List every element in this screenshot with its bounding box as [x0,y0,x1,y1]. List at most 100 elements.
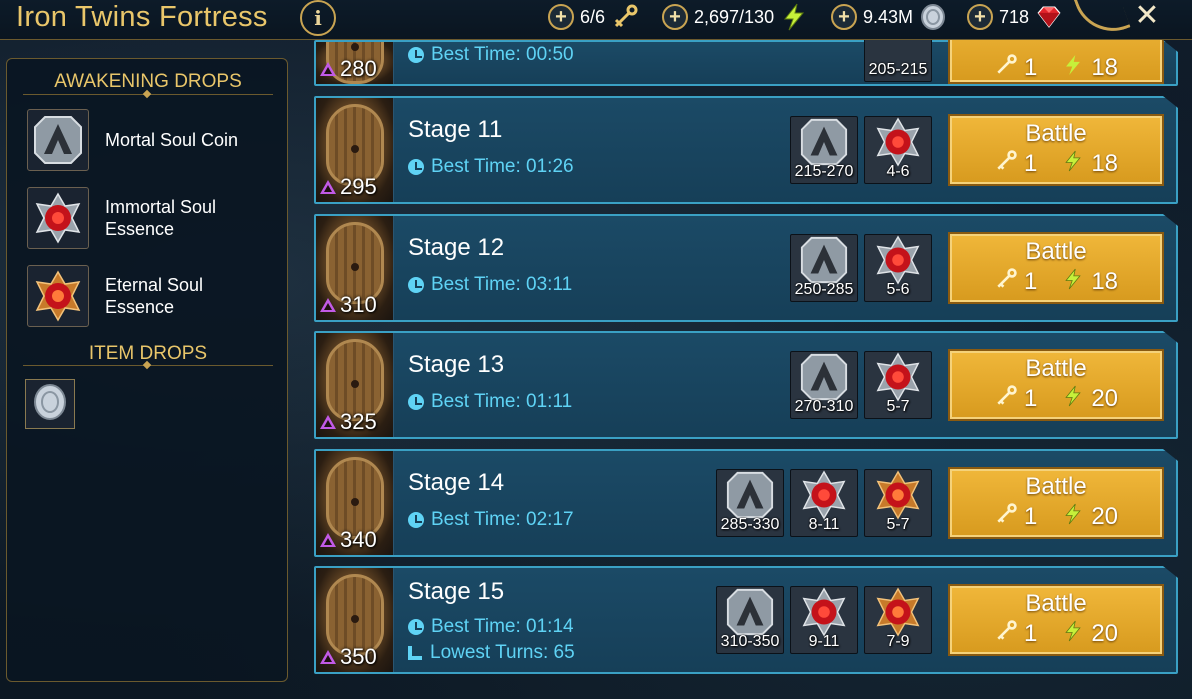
clock-icon [408,159,424,175]
best-time-value: Best Time: 02:17 [431,509,574,530]
battle-costs: 1 18 [994,53,1118,84]
battle-label: Battle [1025,119,1087,147]
lightning-icon [1063,267,1083,298]
key-cost: 1 [1023,54,1038,81]
reward-immortal[interactable]: 5-7 [864,351,932,419]
level-value: 350 [340,644,377,669]
boss-portrait: 280 [316,42,394,84]
immortal-soul-essence-icon [27,187,89,249]
battle-button[interactable]: Battle 1 18 [948,232,1164,304]
stage-level: 280 [320,56,377,82]
reward-range: 5-7 [886,516,910,533]
level-triangle-icon [320,62,336,76]
key-cost: 1 [1023,268,1038,295]
reward-range: 8-11 [808,516,840,533]
key-icon [994,619,1018,650]
stage-name: Stage 13 [408,351,505,378]
stage-row[interactable]: 310 Stage 12 Best Time: 03:11 250-285 5-6 Bat… [314,214,1178,322]
boss-portrait: 350 [316,568,394,672]
add-energy-button[interactable]: + [662,4,688,30]
reward-immortal[interactable]: 5-6 [864,234,932,302]
reward-eternal[interactable]: 7-9 [864,586,932,654]
battle-label: Battle [1025,237,1087,265]
info-button[interactable]: i [300,0,336,36]
key-icon [994,502,1018,533]
close-button[interactable]: ✕ [1130,0,1164,34]
drops-panel: AWAKENING DROPS Mortal Soul Coin Immorta… [6,58,288,682]
battle-button[interactable]: Battle 1 20 [948,467,1164,539]
add-gems-button[interactable]: + [967,4,993,30]
boss-portrait: 295 [316,98,394,202]
lowest-turns: Lowest Turns: 65 [408,642,575,664]
stage-row[interactable]: 340 Stage 14 Best Time: 02:17 285-330 8-11 5-… [314,449,1178,557]
reward-mortal[interactable]: 250-285 [790,234,858,302]
lightning-icon [780,3,808,31]
stage-level: 340 [320,527,377,553]
reward-range: 310-350 [720,633,780,650]
reward-range: 7-9 [886,633,910,650]
stage-level: 295 [320,174,377,200]
key-icon [611,3,639,31]
best-time-value: Best Time: 01:11 [431,391,573,412]
best-time: Best Time: 02:17 [408,509,574,531]
item-drop-slot[interactable] [25,379,75,429]
drop-item-eternal-soul-essence: Eternal Soul Essence [27,265,255,327]
reward-range: 9-11 [808,633,840,650]
reward-mortal[interactable]: 285-330 [716,469,784,537]
battle-costs: 1 20 [994,619,1118,650]
reward-mortal[interactable]: 310-350 [716,586,784,654]
clock-icon [408,277,424,293]
boss-portrait: 340 [316,451,394,555]
drop-item-immortal-soul-essence: Immortal Soul Essence [27,187,255,249]
energy-cost: 18 [1091,150,1119,177]
reward-immortal[interactable]: 9-11 [790,586,858,654]
boot-icon [408,646,422,660]
level-triangle-icon [320,533,336,547]
best-time: Best Time: 01:26 [408,156,574,178]
reward-immortal[interactable]: 8-11 [790,469,858,537]
silver-value: 9.43M [863,6,914,27]
clock-icon [408,394,424,410]
battle-costs: 1 20 [994,384,1118,415]
boss-portrait: 310 [316,216,394,320]
battle-button[interactable]: Battle 1 20 [948,349,1164,421]
reward-immortal[interactable]: 4-6 [864,116,932,184]
add-silver-button[interactable]: + [831,4,857,30]
clock-icon [408,512,424,528]
battle-costs: 1 18 [994,149,1118,180]
level-value: 295 [340,174,377,199]
lightning-icon [1063,149,1083,180]
stage-row[interactable]: 295 Stage 11 Best Time: 01:26 215-270 4-6 Bat… [314,96,1178,204]
reward-range: 270-310 [794,398,854,415]
resource-keys: + 6/6 [548,4,639,30]
battle-button[interactable]: Battle 1 20 [948,584,1164,656]
best-time: Best Time: 01:11 [408,391,572,413]
stage-level: 325 [320,409,377,435]
silver-coin-icon [31,382,69,427]
heading-divider [23,94,273,95]
battle-label: Battle [1025,354,1087,382]
key-cost: 1 [1023,385,1038,412]
drop-item-label: Eternal Soul Essence [105,275,204,317]
energy-cost: 20 [1091,503,1119,530]
reward-eternal[interactable]: 5-7 [864,469,932,537]
level-triangle-icon [320,415,336,429]
reward-range: 285-330 [720,516,780,533]
best-time: Best Time: 01:14 [408,616,574,638]
reward-mortal[interactable]: 270-310 [790,351,858,419]
reward-range: 5-6 [886,281,910,298]
stage-row[interactable]: 325 Stage 13 Best Time: 01:11 270-310 5-7 Bat… [314,331,1178,439]
corner-ornament [1073,0,1131,43]
stage-row-partial[interactable]: 280 Best Time: 00:50 205-215 1 18 [314,40,1178,86]
key-icon [994,267,1018,298]
best-time-value: Best Time: 01:14 [431,616,574,637]
key-cost: 1 [1023,503,1038,530]
stage-row[interactable]: 350 Stage 15 Best Time: 01:14 Lowest Turns:… [314,566,1178,674]
reward-range: 4-6 [886,163,910,180]
best-time: Best Time: 00:50 [408,44,574,66]
add-keys-button[interactable]: + [548,4,574,30]
battle-button[interactable]: Battle 1 18 [948,114,1164,186]
stage-name: Stage 14 [408,469,505,496]
reward-mortal[interactable]: 215-270 [790,116,858,184]
level-value: 340 [340,527,377,552]
